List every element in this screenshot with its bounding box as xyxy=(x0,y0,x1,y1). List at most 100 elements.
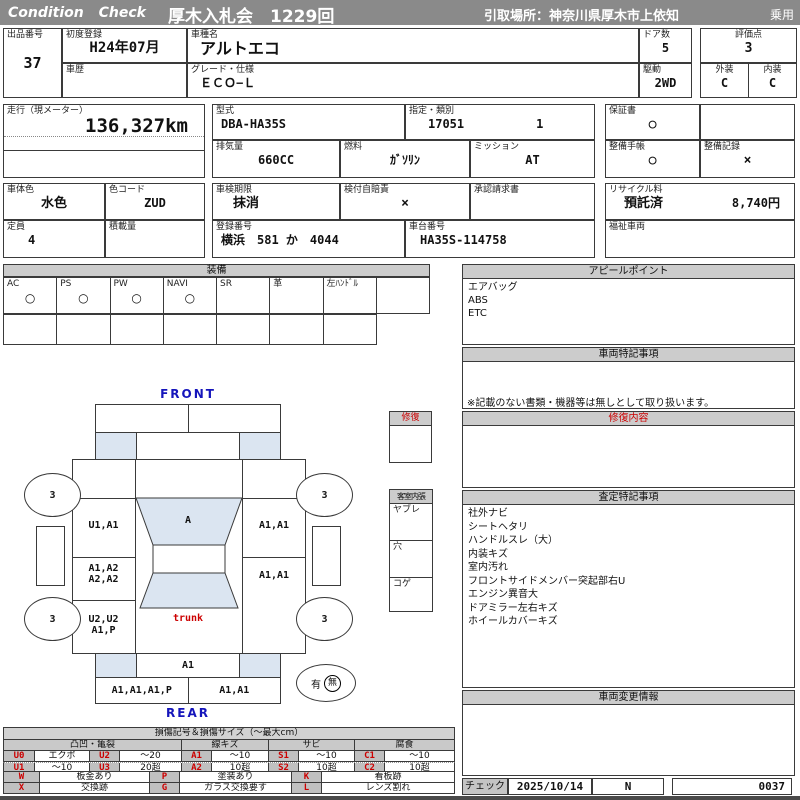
field-displacement: 排気量 660CC xyxy=(212,140,340,178)
cowl-row xyxy=(95,432,281,460)
field-doors: ドア数 5 xyxy=(639,28,692,63)
field-inspection-expiry: 車検期限 抹消 xyxy=(212,183,340,220)
panel-title: 車両特記事項 xyxy=(463,348,794,362)
legend-size: エクボ xyxy=(34,751,89,761)
field-capacity: 定員 4 xyxy=(3,220,105,258)
field-class-number: 指定・類別 17051 1 xyxy=(405,104,595,140)
equipment-mark: ○ xyxy=(131,291,142,305)
legend-group: サビ xyxy=(268,740,354,750)
field-model-name: 車種名 アルトエコ xyxy=(187,28,639,63)
legend-row: X 交換跡 G ガラス交換要す L レンズ割れ xyxy=(3,783,455,794)
check-date: 2025/10/14 xyxy=(508,778,592,795)
usage-type: 乗用 xyxy=(769,8,794,22)
field-score: 評価点 3 xyxy=(700,28,797,63)
assessment-line: ハンドルスレ（大） xyxy=(468,535,558,546)
equipment-mark: ○ xyxy=(184,291,196,305)
right-a-pillar-cell xyxy=(239,432,281,460)
field-blank xyxy=(700,104,795,140)
damage-left-quarter: U2,U2 A1,P xyxy=(88,614,119,636)
legend-code: P xyxy=(149,772,179,782)
bottom-border xyxy=(0,796,800,800)
equipment-cell-empty xyxy=(216,314,271,345)
field-chassis-number: 車台番号 HA35S-114758 xyxy=(405,220,595,258)
field-grade: グレード・仕様 ＥＣＯ−Ｌ xyxy=(187,63,639,98)
auction-title: 厚木入札会 1229回 xyxy=(168,7,335,27)
equipment-cell-extra xyxy=(375,277,430,314)
maintenance-book-mark: ○ xyxy=(648,153,657,168)
field-color-code: 色コード ZUD xyxy=(105,183,205,220)
field-interior-grade: 内装 C xyxy=(748,63,797,98)
legend-desc: 塗装あり xyxy=(179,772,291,782)
equipment-row-1: AC ○ PS ○ PW ○ NAVI ○ SR 革 左ﾊﾝﾄﾞﾙ xyxy=(3,277,430,314)
legend-code: A1 xyxy=(181,751,211,761)
legend-code: W xyxy=(4,772,39,782)
left-a-pillar-cell xyxy=(95,432,137,460)
damage-rear-panel: A1 xyxy=(136,653,240,678)
equipment-cell-ac: AC ○ xyxy=(3,277,58,314)
equipment-cell-navi: NAVI ○ xyxy=(162,277,217,314)
left-c-pillar-cell xyxy=(95,653,137,678)
equipment-mark: ○ xyxy=(24,291,36,305)
panel-title: 車両変更情報 xyxy=(463,691,794,705)
equipment-title: 装備 xyxy=(3,264,430,277)
field-welfare-vehicle: 福祉車両 xyxy=(605,220,795,258)
assessment-line: ドアミラー左右キズ xyxy=(468,602,558,614)
legend-desc: ガラス交換要す xyxy=(179,783,291,793)
field-insurance: 検付自賠責 × xyxy=(340,183,470,220)
field-model-code: 型式 DBA-HA35S xyxy=(212,104,405,140)
record-book-marker: 有 無 xyxy=(296,664,356,702)
legend-code: U2 xyxy=(89,751,119,761)
legend-group: 腐食 xyxy=(354,740,454,750)
appeal-line: ABS xyxy=(468,295,488,306)
panel-assessment-notes: 査定特記事項 社外ナビ シートヘタリ ハンドルスレ（大） 内装キズ 室内汚れ フ… xyxy=(462,490,795,688)
legend-row: U0 エクボ U2 〜20 A1 〜10 S1 〜10 C1 〜10 xyxy=(3,751,455,762)
repair-mini-box: 修復 xyxy=(389,411,432,463)
assessment-line: 室内汚れ xyxy=(468,562,508,573)
damage-right-front-door: A1,A1 xyxy=(258,520,290,531)
legend-code: C1 xyxy=(354,751,384,761)
legend-code: U0 xyxy=(4,751,34,761)
legend-size: 〜10 xyxy=(384,751,454,761)
assessment-line: フロントサイドメンバー突起部右U xyxy=(468,575,626,587)
equipment-cell-empty xyxy=(109,314,164,345)
appeal-line: エアバッグ xyxy=(468,282,518,293)
equipment-cell-leather: 革 xyxy=(269,277,324,314)
field-maintenance-record: 整備記録 × xyxy=(700,140,795,178)
damage-rear-bumper-right: A1,A1 xyxy=(187,677,281,704)
damage-windshield: A xyxy=(184,515,192,526)
equipment-cell-empty xyxy=(56,314,111,345)
cabin-lining-box: 客室内張 ヤブレ 穴 コゲ xyxy=(389,489,433,612)
equipment-cell-empty xyxy=(269,314,324,345)
legend-desc: 板金あり xyxy=(39,772,149,782)
equipment-cell-empty xyxy=(3,314,58,345)
equipment-cell-ps: PS ○ xyxy=(56,277,111,314)
right-rocker-panel xyxy=(312,526,341,586)
field-registration-number: 登録番号 横浜 581 か 4044 xyxy=(212,220,405,258)
rear-bumper: A1,A1,A1,P A1,A1 xyxy=(95,677,281,704)
lining-row-tear: ヤブレ xyxy=(393,505,421,515)
hood-cell xyxy=(136,432,240,460)
legend-group: 線キズ xyxy=(181,740,268,750)
tire-front-right: 3 xyxy=(296,473,353,517)
legend-title: 損傷記号＆損傷サイズ（〜最大cm） xyxy=(3,727,455,740)
damage-legend: 損傷記号＆損傷サイズ（〜最大cm） 凸凹・亀裂 線キズ サビ 腐食 U0 エクボ… xyxy=(3,727,455,774)
lining-row-hole: 穴 xyxy=(390,540,432,577)
front-bumper-right-cell xyxy=(187,404,281,433)
legend-code: L xyxy=(291,783,321,793)
record-yes-label: 有 xyxy=(311,679,321,691)
mileage-value: 136,327km xyxy=(85,115,188,137)
panel-appeal-points: アピールポイント エアバッグ ABS ETC xyxy=(462,264,795,345)
equipment-mark: ○ xyxy=(78,291,89,305)
panel-vehicle-notes: 車両特記事項 ※記載のない書類・機器等は無しとして取り扱います。 xyxy=(462,347,795,409)
maintenance-record-mark: × xyxy=(743,153,752,168)
title-bar: Condition Check 厚木入札会 1229回 引取場所：神奈川県厚木市… xyxy=(0,0,800,27)
front-bumper xyxy=(95,404,281,433)
equipment-cell-sr: SR xyxy=(216,277,271,314)
legend-desc: 交換跡 xyxy=(39,783,149,793)
assessment-line: ホイールカバーキズ xyxy=(468,616,558,627)
field-body-color: 車体色 水色 xyxy=(3,183,105,220)
assessment-line: 内装キズ xyxy=(468,548,508,560)
diagram-front-label: FRONT xyxy=(160,387,216,401)
damage-rear-bumper-left: A1,A1,A1,P xyxy=(95,677,189,704)
legend-code: S1 xyxy=(268,751,298,761)
